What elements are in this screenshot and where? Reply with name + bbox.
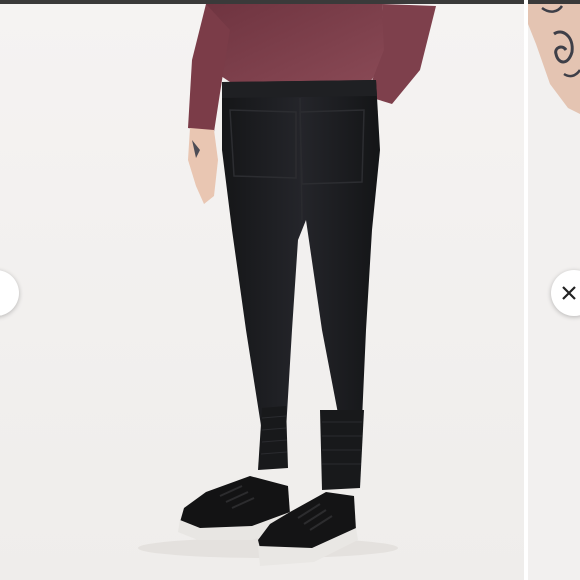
shirt-body (206, 4, 386, 88)
product-photo-illustration (0, 4, 524, 580)
image-gallery (0, 0, 580, 580)
close-icon (560, 284, 578, 302)
main-product-image[interactable] (0, 4, 524, 580)
chevron-left-icon (0, 286, 3, 300)
